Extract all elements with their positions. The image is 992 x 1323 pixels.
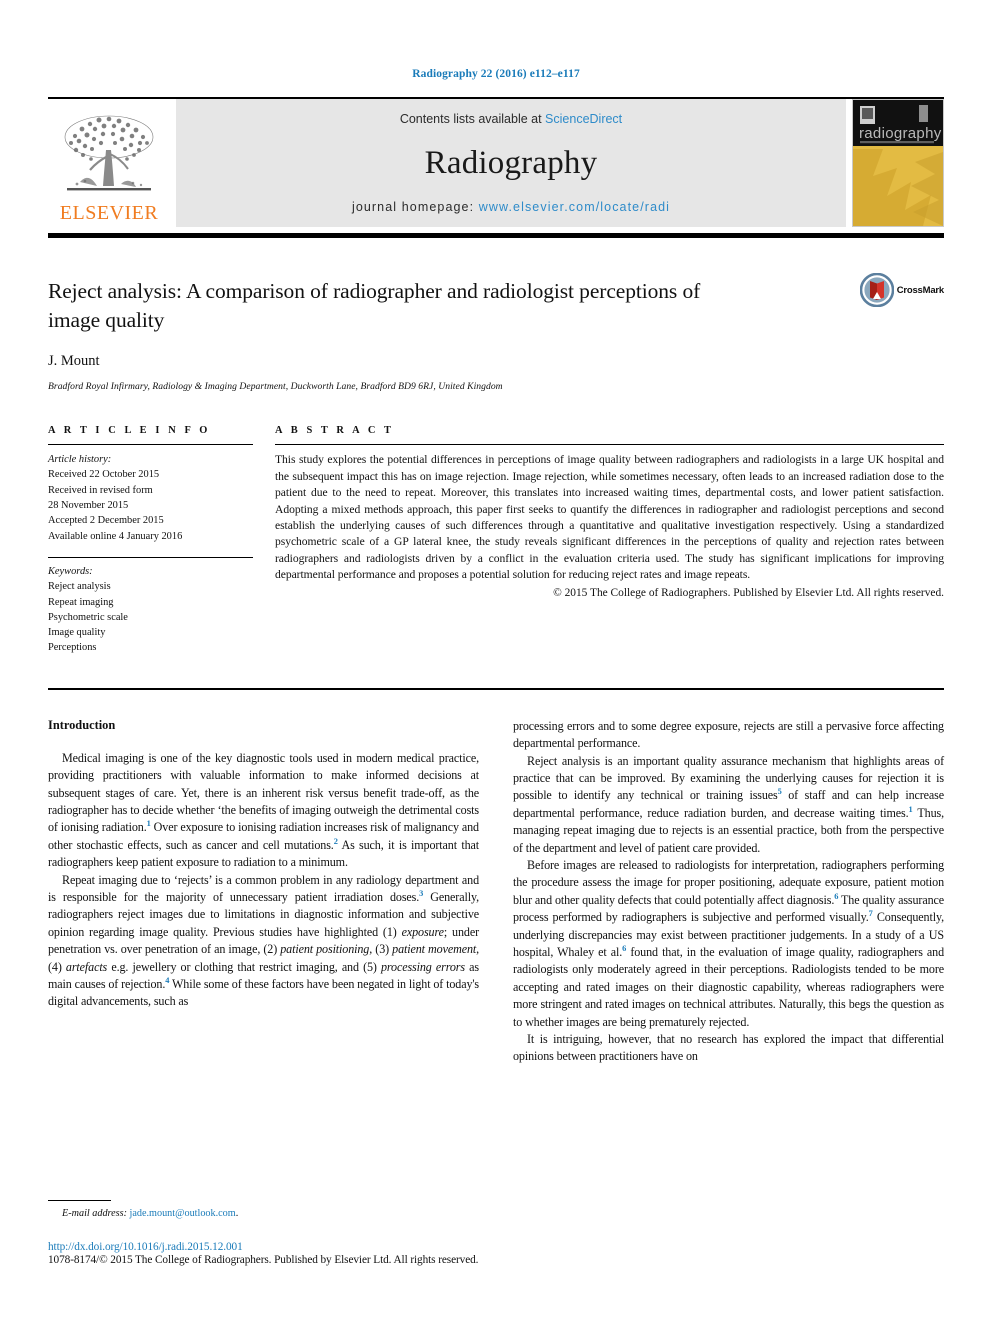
info-and-abstract: A R T I C L E I N F O Article history: R… xyxy=(48,425,944,656)
title-block: Reject analysis: A comparison of radiogr… xyxy=(48,273,944,393)
contents-prefix: Contents lists available at xyxy=(399,112,546,126)
journal-cover-art: radiography xyxy=(853,100,943,226)
footnote-rule xyxy=(48,1200,111,1201)
keywords-label: Keywords: xyxy=(48,565,93,577)
corresponding-email-line: E-mail address: jade.mount@outlook.com. xyxy=(48,1208,478,1219)
doi-block: http://dx.doi.org/10.1016/j.radi.2015.12… xyxy=(48,1241,748,1266)
body-paragraph: Medical imaging is one of the key diagno… xyxy=(48,750,479,872)
homepage-prefix: journal homepage: xyxy=(351,200,479,214)
body-columns: Introduction Medical imaging is one of t… xyxy=(48,718,944,1066)
journal-cover-thumbnail: radiography xyxy=(852,99,944,227)
email-trailing-period: . xyxy=(235,1208,239,1219)
history-item: Accepted 2 December 2015 xyxy=(48,515,164,527)
body-paragraph: processing errors and to some degree exp… xyxy=(513,718,944,753)
keyword-item: Perceptions xyxy=(48,642,97,654)
body-paragraph: Before images are released to radiologis… xyxy=(513,857,944,1031)
elsevier-wordmark: ELSEVIER xyxy=(59,202,159,224)
issn-copyright-line: 1078-8174/© 2015 The College of Radiogra… xyxy=(48,1254,479,1266)
elsevier-logo: ELSEVIER xyxy=(48,99,170,227)
article-history-block: Article history: Received 22 October 201… xyxy=(48,452,253,544)
emphasis-text: patient positioning xyxy=(280,942,370,957)
abstract-copyright: © 2015 The College of Radiographers. Pub… xyxy=(553,586,944,599)
text-run: It is intriguing, however, that no resea… xyxy=(513,1032,944,1064)
email-label: E-mail address: xyxy=(62,1208,127,1219)
abstract-rule xyxy=(275,444,944,446)
contents-available-line: Contents lists available at ScienceDirec… xyxy=(400,112,622,126)
keyword-item: Psychometric scale xyxy=(48,611,128,623)
journal-homepage-link[interactable]: www.elsevier.com/locate/radi xyxy=(479,200,670,214)
abstract-text: This study explores the potential differ… xyxy=(275,453,944,582)
masthead-bottom-rule xyxy=(48,233,944,238)
keyword-item: Repeat imaging xyxy=(48,596,114,608)
journal-masthead: ELSEVIER Contents lists available at Sci… xyxy=(48,99,944,227)
elsevier-tree-icon xyxy=(64,115,154,191)
crossmark-label: CrossMark xyxy=(896,284,945,296)
body-separator-rule xyxy=(48,687,944,690)
paper-page: Radiography 22 (2016) e112–e117 ELSEVIER… xyxy=(0,0,992,1323)
keyword-item: Reject analysis xyxy=(48,581,111,593)
author-affiliation: Bradford Royal Infirmary, Radiology & Im… xyxy=(48,381,503,393)
emphasis-text: patient movement xyxy=(392,942,477,957)
history-item: Received 22 October 2015 xyxy=(48,469,160,481)
emphasis-text: exposure xyxy=(401,924,444,939)
history-item: Available online 4 January 2016 xyxy=(48,530,183,542)
history-item: Received in revised form xyxy=(48,484,153,496)
text-run: Repeat imaging due to ‘rejects’ is a com… xyxy=(48,872,479,904)
crossmark-icon xyxy=(859,273,894,307)
email-link[interactable]: jade.mount@outlook.com xyxy=(130,1208,236,1219)
abstract-heading: A B S T R A C T xyxy=(275,425,394,437)
sciencedirect-link[interactable]: ScienceDirect xyxy=(545,112,622,126)
keywords-rule xyxy=(48,556,253,558)
abstract-column: A B S T R A C T This study explores the … xyxy=(275,425,944,656)
page-title: Reject analysis: A comparison of radiogr… xyxy=(48,279,701,332)
left-column-paragraphs: Medical imaging is one of the key diagno… xyxy=(48,750,479,1011)
body-paragraph: It is intriguing, however, that no resea… xyxy=(513,1031,944,1066)
journal-homepage-line: journal homepage: www.elsevier.com/locat… xyxy=(352,200,670,214)
emphasis-text: processing errors xyxy=(380,959,465,974)
text-run: , (3) xyxy=(369,942,393,957)
history-item: 28 November 2015 xyxy=(48,500,129,512)
article-info-rule xyxy=(48,444,253,446)
text-run: e.g. jewellery or clothing that restrict… xyxy=(107,959,381,974)
article-info-heading: A R T I C L E I N F O xyxy=(48,425,211,437)
crossmark-badge[interactable]: CrossMark xyxy=(859,273,945,307)
emphasis-text: artefacts xyxy=(65,959,108,974)
author-name: J. Mount xyxy=(48,353,100,370)
masthead-center-panel: Contents lists available at ScienceDirec… xyxy=(176,99,846,227)
body-column-left: Introduction Medical imaging is one of t… xyxy=(48,718,479,1066)
article-history-label: Article history: xyxy=(48,454,112,466)
body-paragraph: Repeat imaging due to ‘rejects’ is a com… xyxy=(48,872,479,1011)
page-footer: E-mail address: jade.mount@outlook.com. … xyxy=(48,1200,478,1266)
section-heading-introduction: Introduction xyxy=(48,717,116,732)
body-column-right: processing errors and to some degree exp… xyxy=(513,718,944,1066)
body-paragraph: Reject analysis is an important quality … xyxy=(513,753,944,857)
keyword-item: Image quality xyxy=(48,627,106,639)
right-column-paragraphs: processing errors and to some degree exp… xyxy=(513,718,944,1066)
running-head: Radiography 22 (2016) e112–e117 xyxy=(412,68,580,80)
text-run: processing errors and to some degree exp… xyxy=(513,718,944,751)
svg-text:radiography: radiography xyxy=(859,125,942,142)
keywords-block: Keywords: Reject analysis Repeat imaging… xyxy=(48,564,253,656)
journal-title: Radiography xyxy=(424,144,598,181)
doi-link[interactable]: http://dx.doi.org/10.1016/j.radi.2015.12… xyxy=(48,1241,748,1253)
article-info-column: A R T I C L E I N F O Article history: R… xyxy=(48,425,253,656)
